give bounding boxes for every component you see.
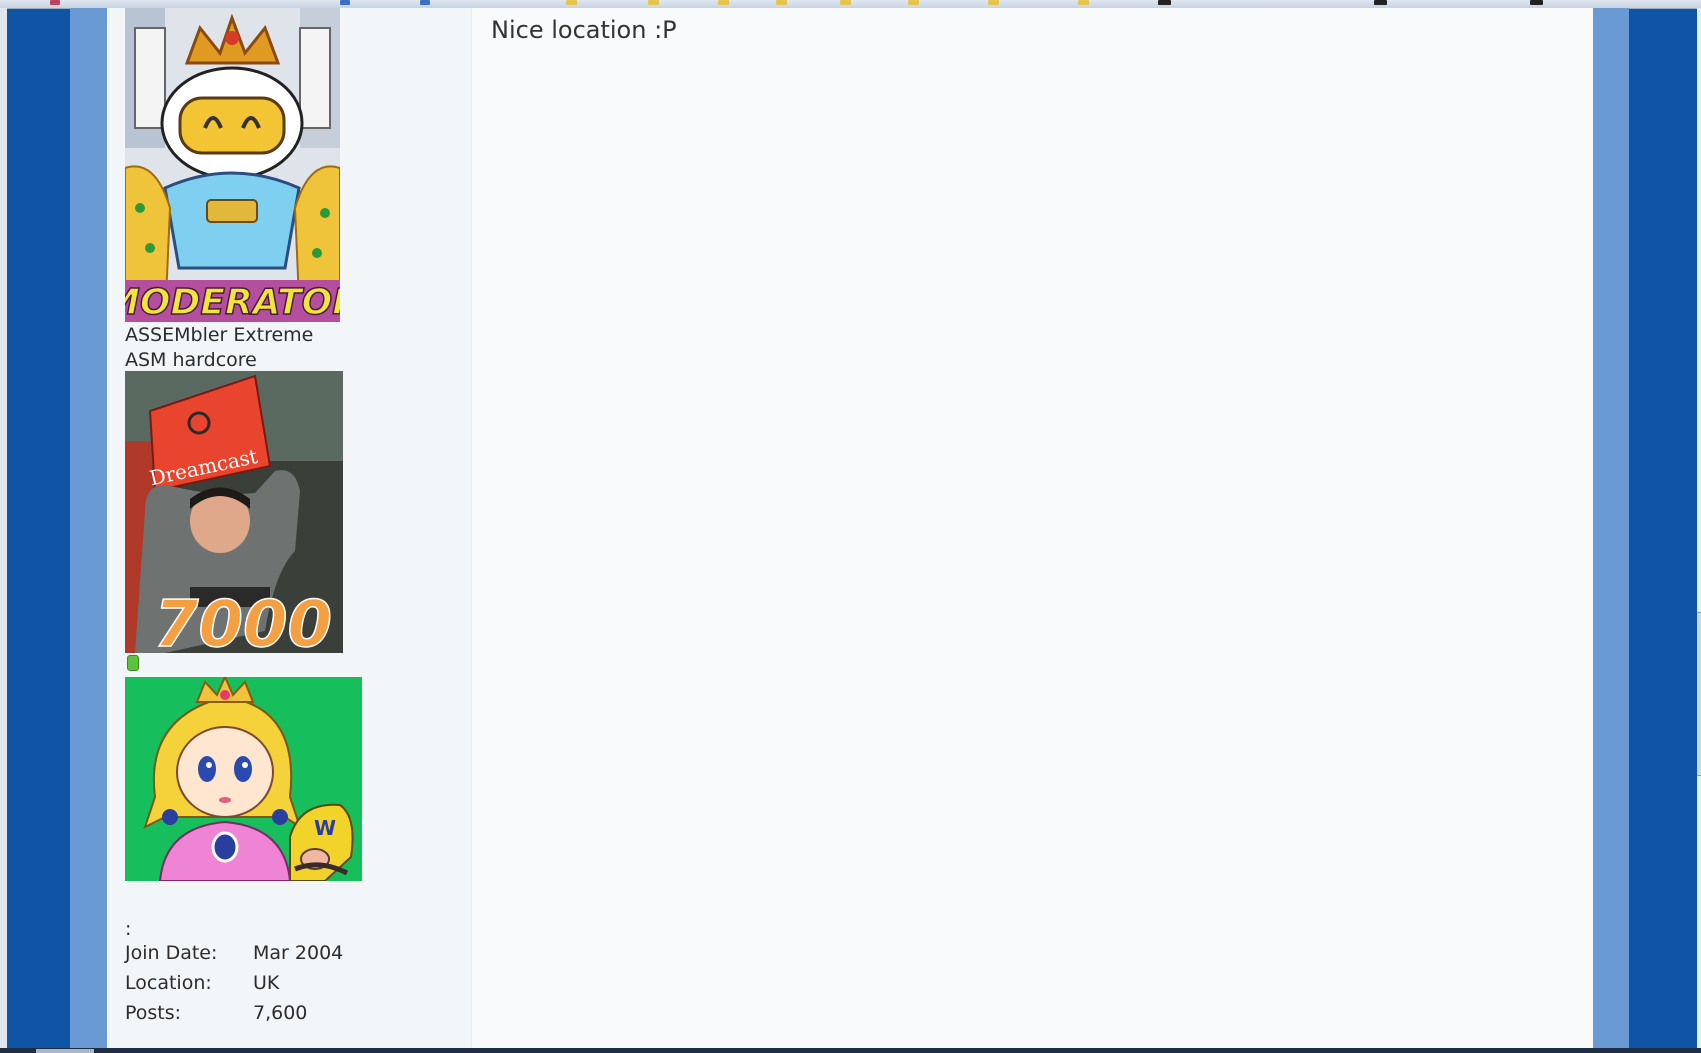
user-title-line2: ASM hardcore — [125, 349, 257, 371]
stat-join-date: Join Date: Mar 2004 — [125, 941, 343, 965]
bookmark-folder-icon[interactable] — [840, 0, 851, 5]
rank-image-caption: MODERATOR — [125, 282, 340, 322]
bookmark-icon[interactable] — [1158, 0, 1171, 5]
bookmark-icon[interactable] — [50, 0, 60, 5]
stat-label: Join Date: — [125, 942, 218, 964]
bookmark-icon[interactable] — [420, 0, 430, 5]
stat-label: Location: — [125, 972, 212, 994]
svg-text:W: W — [314, 816, 336, 840]
stat-value: 7,600 — [253, 1002, 308, 1024]
post-count-badge-caption: 7000 — [154, 588, 332, 653]
bookmark-folder-icon[interactable] — [648, 0, 659, 5]
window-left-edge — [0, 8, 7, 1048]
bookmark-folder-icon[interactable] — [566, 0, 577, 5]
page-scrollbar[interactable] — [1697, 8, 1701, 1048]
moderator-rank-image: MODERATOR — [125, 8, 340, 322]
taskbar — [0, 1048, 1701, 1053]
post-message: Nice location :P — [491, 16, 677, 44]
bookmark-icon[interactable] — [1530, 0, 1543, 5]
scrollbar-thumb[interactable] — [1697, 612, 1701, 776]
stat-label: Posts: — [125, 1002, 182, 1024]
stat-value: Mar 2004 — [253, 942, 344, 964]
avatar-image[interactable]: W — [125, 677, 362, 881]
user-title-line1: ASSEMbler Extreme — [125, 324, 314, 346]
bookmark-folder-icon[interactable] — [776, 0, 787, 5]
bookmark-icon[interactable] — [340, 0, 350, 5]
profile-field-separator: : — [125, 918, 132, 940]
online-status-icon — [127, 655, 139, 671]
bookmark-folder-icon[interactable] — [988, 0, 999, 5]
stat-posts: Posts: 7,600 — [125, 1001, 307, 1025]
bookmark-folder-icon[interactable] — [908, 0, 919, 5]
stat-location: Location: UK — [125, 971, 279, 995]
bookmark-folder-icon[interactable] — [718, 0, 729, 5]
dreamcast-badge-image: Dreamcast 7000 — [125, 371, 343, 653]
stat-value: UK — [253, 972, 280, 994]
bookmark-icon[interactable] — [1374, 0, 1387, 5]
taskbar-button[interactable] — [36, 1049, 94, 1053]
bookmark-folder-icon[interactable] — [1078, 0, 1089, 5]
